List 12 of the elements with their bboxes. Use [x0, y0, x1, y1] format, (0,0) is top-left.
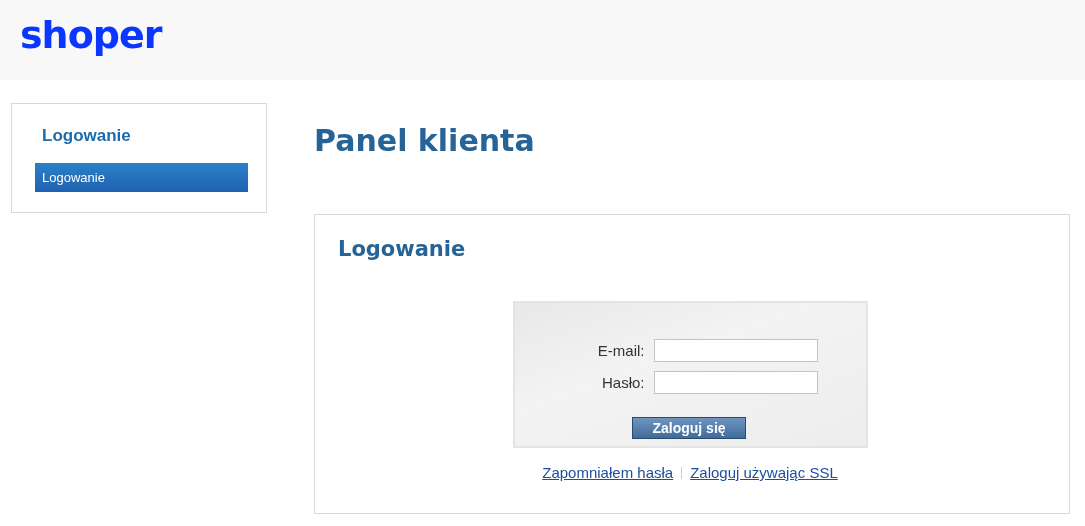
- field-label: Hasło:: [600, 374, 645, 391]
- link[interactable]: Zaloguj używając SSL: [690, 464, 838, 481]
- login-button[interactable]: Zaloguj się: [632, 417, 746, 439]
- sidebar-item[interactable]: Logowanie: [35, 163, 248, 192]
- input-field[interactable]: [653, 339, 818, 362]
- sidebar-title: Logowanie: [41, 126, 132, 146]
- page-title: Panel klienta: [314, 123, 536, 158]
- input-field[interactable]: [653, 371, 818, 394]
- field-label: E-mail:: [596, 342, 645, 359]
- link[interactable]: Zapomniałem hasła: [542, 464, 674, 481]
- logo: shoper: [20, 13, 162, 57]
- panel-title: Logowanie: [338, 237, 467, 261]
